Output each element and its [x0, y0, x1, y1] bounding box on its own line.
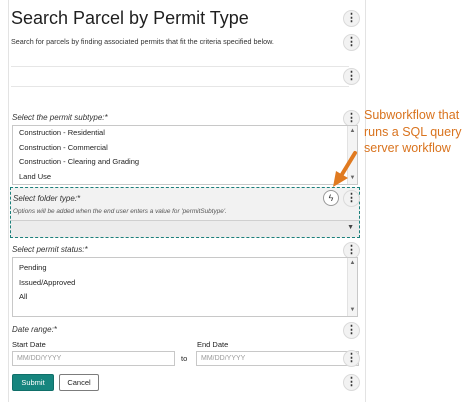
empty-row-more-icon[interactable]: [343, 68, 360, 85]
folder-type-hint: Options will be added when the end user …: [13, 208, 227, 215]
permit-subtype-label: Select the permit subtype:*: [12, 113, 108, 122]
annotation-arrow-icon: [333, 151, 357, 187]
permit-status-listbox[interactable]: Pending Issued/Approved All ▲ ▼: [12, 257, 358, 317]
list-item[interactable]: Construction - Residential: [13, 126, 357, 141]
permit-status-label: Select permit status:*: [12, 245, 88, 254]
title-more-icon[interactable]: [343, 10, 360, 27]
end-date-label: End Date: [197, 340, 229, 349]
start-date-label: Start Date: [12, 340, 46, 349]
folder-type-more-icon[interactable]: [343, 190, 360, 207]
start-date-input[interactable]: [12, 351, 175, 366]
permit-subtype-listbox[interactable]: Construction - Residential Construction …: [12, 125, 358, 185]
empty-row-divider: [11, 66, 349, 67]
list-item[interactable]: Land Use: [13, 170, 357, 185]
scrollbar[interactable]: ▲ ▼: [347, 258, 357, 316]
description-more-icon[interactable]: [343, 34, 360, 51]
empty-row-divider: [11, 86, 349, 87]
scroll-down-icon[interactable]: ▼: [348, 306, 357, 315]
date-range-to-label: to: [181, 354, 188, 363]
list-item[interactable]: All: [13, 290, 357, 305]
submit-button[interactable]: Submit: [12, 374, 54, 391]
scroll-up-icon[interactable]: ▲: [348, 259, 357, 268]
page-title: Search Parcel by Permit Type: [11, 8, 249, 28]
folder-type-field: Select folder type:* Options will be add…: [10, 187, 360, 238]
subworkflow-annotation: Subworkflow that runs a SQL query server…: [364, 108, 462, 155]
folder-type-dropdown[interactable]: ▼: [11, 220, 359, 237]
date-inputs-more-icon[interactable]: [343, 350, 360, 367]
page-description: Search for parcels by finding associated…: [11, 37, 274, 46]
folder-type-label: Select folder type:*: [13, 194, 81, 203]
date-range-label: Date range:*: [12, 325, 57, 334]
subworkflow-bolt-icon[interactable]: ϟ: [323, 190, 339, 206]
list-item[interactable]: Construction - Clearing and Grading: [13, 155, 357, 170]
end-date-input[interactable]: [196, 351, 359, 366]
list-item[interactable]: Construction - Commercial: [13, 141, 357, 156]
date-range-more-icon[interactable]: [343, 322, 360, 339]
buttons-more-icon[interactable]: [343, 374, 360, 391]
list-item[interactable]: Issued/Approved: [13, 276, 357, 291]
chevron-down-icon: ▼: [347, 224, 354, 231]
scroll-up-icon[interactable]: ▲: [348, 127, 357, 136]
list-item[interactable]: Pending: [13, 261, 357, 276]
cancel-button[interactable]: Cancel: [59, 374, 99, 391]
